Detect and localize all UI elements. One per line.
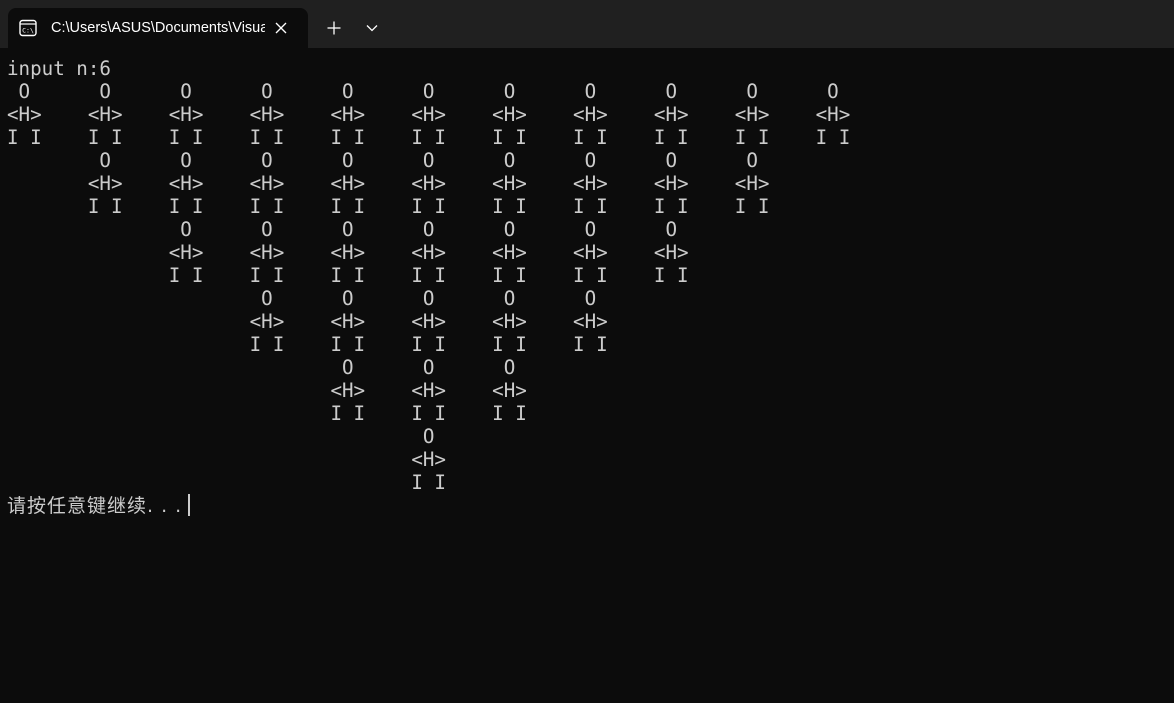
close-icon[interactable] [271,18,291,38]
tab-title: C:\Users\ASUS\Documents\Visual Studio 20… [51,20,265,36]
pattern-line: <H> <H> <H> <H> <H> <H> <H> <H> <H> <H> … [7,103,851,126]
pattern-line: I I [7,471,446,494]
pattern-line: <H> <H> <H> <H> <H> <H> <H> <H> <H> [7,172,770,195]
pattern-line: O O O [7,356,516,379]
pattern-line: <H> <H> <H> [7,379,527,402]
continue-prompt-text: 请按任意键继续. . . [7,495,183,517]
pattern-line: I I I I I I I I I I I I I I I I I I I I … [7,126,851,149]
pattern-line: O O O O O O O O O [7,149,758,172]
pattern-line: O O O O O [7,287,597,310]
plus-icon [327,21,341,35]
continue-prompt: 请按任意键继续. . . [7,494,191,518]
pattern-line: <H> <H> <H> <H> <H> [7,310,608,333]
console-icon: C:\ [19,19,37,37]
pattern-line: I I I I I I I I I I [7,333,608,356]
terminal-output[interactable]: input n:6 O O O O O O O O O O O <H> <H> … [7,57,1174,703]
pattern-line: I I I I I I [7,402,527,425]
chevron-down-icon [366,25,378,32]
tab-console[interactable]: C:\ C:\Users\ASUS\Documents\Visual Studi… [8,8,308,48]
input-line: input n:6 [7,57,111,80]
text-cursor [188,494,191,516]
pattern-line: <H> [7,448,446,471]
title-bar: C:\ C:\Users\ASUS\Documents\Visual Studi… [0,0,1174,48]
pattern-line: I I I I I I I I I I I I I I [7,264,689,287]
svg-text:C:\: C:\ [22,27,34,35]
pattern-line: I I I I I I I I I I I I I I I I I I [7,195,770,218]
new-tab-button[interactable] [320,14,348,42]
terminal-window: C:\ C:\Users\ASUS\Documents\Visual Studi… [0,0,1174,703]
pattern-line: O O O O O O O [7,218,678,241]
tab-dropdown-button[interactable] [358,14,386,42]
pattern-line: O O O O O O O O O O O [7,80,839,103]
pattern-line: O [7,425,435,448]
pattern-line: <H> <H> <H> <H> <H> <H> <H> [7,241,689,264]
